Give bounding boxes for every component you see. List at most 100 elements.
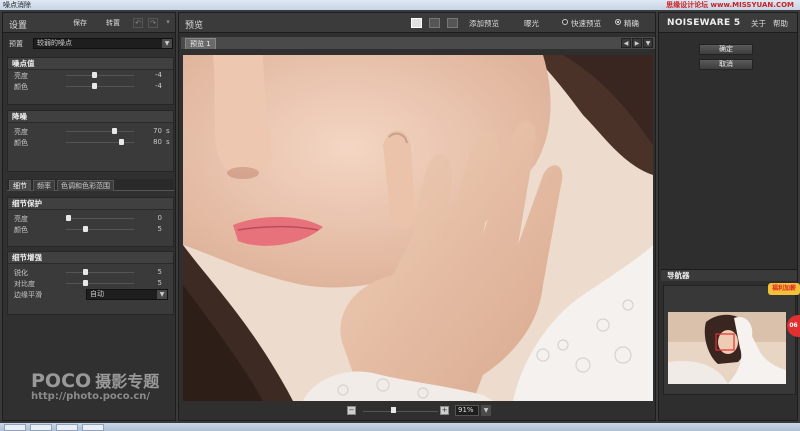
next-arrow-icon[interactable]: ▶: [632, 38, 642, 48]
zoom-in-icon[interactable]: +: [440, 406, 449, 415]
slider-thumb[interactable]: [66, 215, 71, 221]
single-view-icon[interactable]: [411, 18, 422, 28]
edge-smooth-row: 边缘平滑 自动 ▼: [8, 289, 173, 300]
taskbar-button[interactable]: [56, 424, 78, 431]
slider-track[interactable]: [66, 229, 134, 230]
preset-select[interactable]: 较弱的噪点 ▼: [33, 38, 173, 49]
app-window: 噪点消除 思缘设计论坛 www.MISSYUAN.COM 设置 保存 转置 ↶ …: [0, 0, 800, 431]
fast-preview-radio[interactable]: [562, 19, 568, 25]
slider-track[interactable]: [66, 142, 134, 143]
split-vertical-icon[interactable]: [447, 18, 458, 28]
split-horizontal-icon[interactable]: [429, 18, 440, 28]
slider-thumb[interactable]: [82, 269, 88, 275]
taskbar-button[interactable]: [4, 424, 26, 431]
slider-value[interactable]: -4: [140, 71, 162, 79]
tab-frequency[interactable]: 频率: [33, 180, 55, 191]
cancel-button[interactable]: 取消: [699, 59, 753, 70]
exposure-button[interactable]: 曝光: [524, 18, 539, 29]
preview-panel: 预览 添加预览 曝光 快速预览 精确 预览 1 ◀ ▶ ▼ − + 91% ▼: [178, 12, 656, 421]
zoom-slider-thumb[interactable]: [391, 407, 396, 413]
preview-title: 预览: [185, 21, 204, 31]
preset-value: 较弱的噪点: [37, 39, 72, 47]
chevron-down-icon[interactable]: ▼: [643, 38, 653, 48]
ok-button[interactable]: 确定: [699, 44, 753, 55]
slider-thumb[interactable]: [118, 139, 124, 145]
settings-title: 设置: [9, 21, 28, 31]
slider-label: 颜色: [14, 139, 28, 147]
slider-unit: s: [166, 138, 170, 146]
slider-track[interactable]: [66, 283, 134, 284]
chevron-down-icon: ▼: [162, 39, 172, 48]
taskbar-button[interactable]: [30, 424, 52, 431]
tab-detail[interactable]: 细节: [9, 180, 31, 191]
slider-value[interactable]: 70: [140, 127, 162, 135]
preview-header: 预览 添加预览 曝光 快速预览 精确: [179, 13, 655, 33]
slider-track[interactable]: [66, 75, 134, 76]
slider-row: 颜色 5: [8, 224, 173, 235]
prev-arrow-icon[interactable]: ◀: [621, 38, 631, 48]
slider-value[interactable]: 80: [140, 138, 162, 146]
slider-value[interactable]: 5: [140, 279, 162, 287]
chevron-down-icon[interactable]: ▼: [481, 405, 491, 416]
zoom-bar: − + 91% ▼: [179, 404, 655, 420]
edge-smooth-select[interactable]: 自动 ▼: [86, 289, 168, 300]
slider-track[interactable]: [66, 131, 134, 132]
slider-row: 亮度 70 s: [8, 126, 173, 137]
taskbar: [0, 423, 800, 431]
undo-icon[interactable]: ↶: [133, 18, 143, 28]
slider-label: 亮度: [14, 72, 28, 80]
slider-label: 亮度: [14, 128, 28, 136]
slider-thumb[interactable]: [82, 226, 88, 232]
preset-label: 预置: [9, 40, 23, 48]
redo-icon[interactable]: ↷: [148, 18, 158, 28]
zoom-out-icon[interactable]: −: [347, 406, 356, 415]
slider-thumb[interactable]: [112, 128, 118, 134]
promo-badge[interactable]: 福利加薪: [768, 283, 800, 295]
navigator-box[interactable]: [663, 285, 796, 395]
slider-value[interactable]: 5: [140, 225, 162, 233]
slider-thumb[interactable]: [82, 280, 88, 286]
detail-enhance-title: 细节增强: [8, 252, 173, 264]
slider-thumb[interactable]: [92, 72, 98, 78]
thumbnail-photo: [668, 312, 786, 384]
slider-row: 锐化 5: [8, 267, 173, 278]
preview-image[interactable]: [183, 55, 653, 401]
preview-tab-1[interactable]: 预览 1: [185, 38, 216, 49]
chevron-down-icon: ▼: [157, 290, 167, 299]
right-panel: NOISEWARE 5 关于 帮助 确定 取消 导航器: [658, 12, 798, 421]
poco-logo: POCO 摄影专题: [31, 368, 159, 392]
window-title: 噪点消除: [3, 1, 31, 9]
about-link[interactable]: 关于: [751, 18, 766, 29]
slider-value[interactable]: 5: [140, 268, 162, 276]
help-link[interactable]: 帮助: [773, 18, 788, 29]
slider-value[interactable]: -4: [140, 82, 162, 90]
slider-track[interactable]: [66, 86, 134, 87]
edge-smooth-label: 边缘平滑: [14, 291, 42, 299]
settings-header: 设置 保存 转置 ↶ ↷ ▾: [3, 13, 175, 33]
edge-smooth-value: 自动: [90, 290, 104, 298]
slider-label: 颜色: [14, 226, 28, 234]
navigator-thumbnail[interactable]: [668, 312, 786, 384]
convert-button[interactable]: 转置: [102, 17, 124, 29]
tab-tone-color-range[interactable]: 色调和色彩范围: [57, 180, 114, 191]
settings-panel: 设置 保存 转置 ↶ ↷ ▾ 预置 较弱的噪点 ▼ 噪点值 亮度 -4 颜色 -4 降…: [2, 12, 176, 421]
slider-label: 对比度: [14, 280, 35, 288]
chevron-down-icon[interactable]: ▾: [163, 18, 173, 28]
poco-url: http://photo.poco.cn/: [31, 391, 151, 402]
taskbar-button[interactable]: [82, 424, 104, 431]
poco-logo-cn: 摄影专题: [95, 372, 160, 391]
slider-label: 颜色: [14, 83, 28, 91]
zoom-slider-track[interactable]: [363, 411, 438, 412]
zoom-value[interactable]: 91%: [455, 405, 479, 416]
slider-label: 亮度: [14, 215, 28, 223]
slider-track[interactable]: [66, 272, 134, 273]
top-watermark: 思缘设计论坛 www.MISSYUAN.COM: [666, 1, 794, 9]
slider-value[interactable]: 0: [140, 214, 162, 222]
add-preview-button[interactable]: 添加预览: [469, 18, 499, 29]
slider-thumb[interactable]: [92, 83, 98, 89]
poco-logo-text: POCO: [31, 370, 92, 392]
precise-radio[interactable]: [615, 19, 621, 25]
slider-track[interactable]: [66, 218, 134, 219]
save-button[interactable]: 保存: [69, 17, 91, 29]
slider-row: 对比度 5: [8, 278, 173, 289]
